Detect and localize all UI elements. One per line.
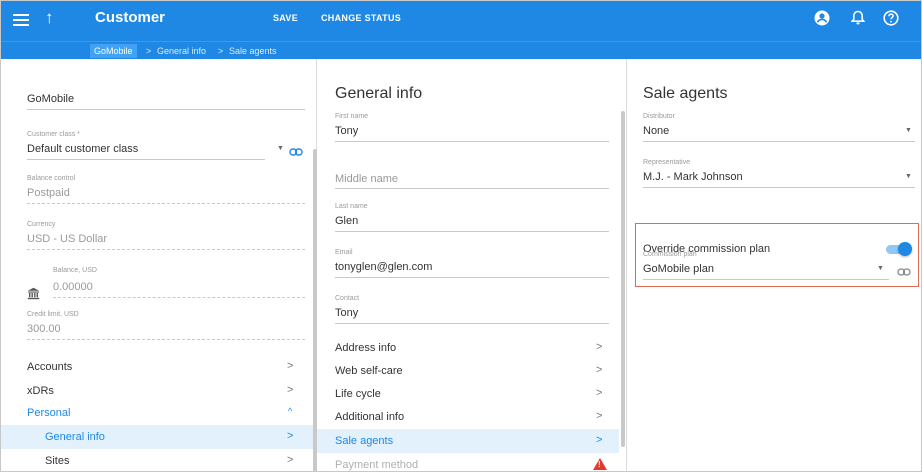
customer-screen: ↑ Customer SAVE CHANGE STATUS GoMobile >…	[0, 0, 922, 472]
last-name-label: Last name	[335, 203, 368, 210]
customer-name-value: GoMobile	[27, 93, 75, 105]
dropdown-arrow-icon[interactable]: ▼	[277, 145, 284, 152]
balance-field: Balance, USD 0.00000	[53, 267, 305, 299]
last-name-field[interactable]: Last name Glen	[335, 203, 609, 233]
currency-value: USD - US Dollar	[27, 233, 108, 245]
first-name-label: First name	[335, 113, 369, 120]
middle-scrollbar[interactable]	[621, 111, 625, 447]
chevron-right-icon: >	[287, 430, 294, 442]
chevron-right-icon: >	[287, 360, 294, 372]
email-field[interactable]: Email tonyglen@glen.com	[335, 249, 609, 279]
currency-field: Currency USD - US Dollar	[27, 221, 305, 251]
nav-item-accounts[interactable]: Accounts >	[1, 355, 313, 379]
distributor-select[interactable]: Distributor None ▼	[643, 113, 915, 143]
email-value: tonyglen@glen.com	[335, 261, 433, 273]
warning-icon: !	[593, 458, 607, 470]
balance-value: 0.00000	[53, 281, 93, 293]
sale-agents-heading: Sale agents	[643, 85, 728, 102]
nav-item-personal[interactable]: Personal ^	[1, 401, 313, 425]
chevron-up-icon: ^	[288, 406, 293, 416]
nav-item-payment-method[interactable]: Payment method !	[317, 453, 619, 471]
nav-item-life-cycle[interactable]: Life cycle >	[317, 382, 619, 406]
contact-value: Tony	[335, 307, 359, 319]
menu-icon[interactable]	[13, 11, 29, 27]
arrow-up-icon[interactable]: ↑	[45, 8, 54, 28]
nav-item-xdrs[interactable]: xDRs >	[1, 379, 313, 403]
customer-class-value: Default customer class	[27, 143, 139, 155]
link-icon[interactable]	[897, 264, 911, 276]
account-icon[interactable]	[813, 9, 831, 27]
dropdown-arrow-icon[interactable]: ▼	[877, 265, 884, 272]
credit-limit-value: 300.00	[27, 323, 61, 335]
commission-plan-label: Commission plan	[643, 251, 697, 258]
contact-field[interactable]: Contact Tony	[335, 295, 609, 325]
breadcrumb-item-gomobile[interactable]: GoMobile	[90, 44, 137, 58]
first-name-field[interactable]: First name Tony	[335, 113, 609, 143]
distributor-value: None	[643, 125, 670, 137]
balance-control-field: Balance control Postpaid	[27, 175, 305, 205]
breadcrumb-separator: >	[146, 46, 152, 56]
nav-item-additional-info[interactable]: Additional info >	[317, 405, 619, 429]
general-info-panel: General info First name Tony Middle name…	[317, 59, 627, 471]
middle-name-field[interactable]: Middle name	[335, 171, 609, 189]
email-label: Email	[335, 249, 353, 256]
dropdown-arrow-icon[interactable]: ▼	[905, 127, 912, 134]
middle-name-placeholder: Middle name	[335, 173, 398, 185]
chevron-right-icon: >	[596, 410, 603, 422]
general-info-heading: General info	[335, 85, 423, 102]
breadcrumb-item-general-info[interactable]: General info	[157, 44, 206, 58]
page-title: Customer	[95, 9, 166, 26]
breadcrumb-item-sale-agents[interactable]: Sale agents	[229, 44, 277, 58]
save-button[interactable]: SAVE	[273, 13, 298, 23]
dropdown-arrow-icon[interactable]: ▼	[905, 173, 912, 180]
nav-item-web-self-care[interactable]: Web self-care >	[317, 359, 619, 383]
app-header: ↑ Customer SAVE CHANGE STATUS	[1, 1, 921, 41]
chevron-right-icon: >	[596, 434, 603, 446]
help-icon[interactable]	[882, 9, 900, 27]
customer-name-field[interactable]: GoMobile	[27, 91, 305, 111]
representative-value: M.J. - Mark Johnson	[643, 171, 743, 183]
bank-icon	[27, 287, 41, 301]
representative-select[interactable]: Representative M.J. - Mark Johnson ▼	[643, 159, 915, 189]
commission-plan-value: GoMobile plan	[643, 263, 714, 275]
breadcrumb: GoMobile > General info > Sale agents	[1, 41, 921, 59]
first-name-value: Tony	[335, 125, 359, 137]
credit-limit-field: Credit limit, USD 300.00	[27, 311, 305, 341]
representative-label: Representative	[643, 159, 691, 166]
customer-class-select[interactable]: Customer class * Default customer class …	[27, 131, 305, 161]
nav-item-sale-agents[interactable]: Sale agents >	[317, 429, 619, 453]
balance-label: Balance, USD	[53, 267, 97, 274]
balance-control-value: Postpaid	[27, 187, 70, 199]
commission-plan-select[interactable]: Commission plan GoMobile plan ▼	[643, 251, 913, 281]
nav-item-address-info[interactable]: Address info >	[317, 336, 619, 360]
chevron-right-icon: >	[287, 384, 294, 396]
customer-summary-panel: GoMobile Customer class * Default custom…	[1, 59, 317, 471]
last-name-value: Glen	[335, 215, 359, 227]
nav-item-sites[interactable]: Sites >	[1, 449, 313, 471]
chevron-right-icon: >	[287, 454, 294, 466]
currency-label: Currency	[27, 221, 56, 228]
credit-limit-label: Credit limit, USD	[27, 311, 79, 318]
chevron-right-icon: >	[596, 387, 603, 399]
nav-item-general-info[interactable]: General info >	[1, 425, 313, 449]
link-icon[interactable]	[289, 144, 303, 156]
bell-icon[interactable]	[849, 9, 867, 27]
chevron-right-icon: >	[596, 364, 603, 376]
contact-label: Contact	[335, 295, 360, 302]
change-status-button[interactable]: CHANGE STATUS	[321, 13, 401, 23]
chevron-right-icon: >	[596, 341, 603, 353]
balance-control-label: Balance control	[27, 175, 76, 182]
breadcrumb-separator: >	[218, 46, 224, 56]
customer-class-label: Customer class *	[27, 131, 80, 138]
distributor-label: Distributor	[643, 113, 675, 120]
